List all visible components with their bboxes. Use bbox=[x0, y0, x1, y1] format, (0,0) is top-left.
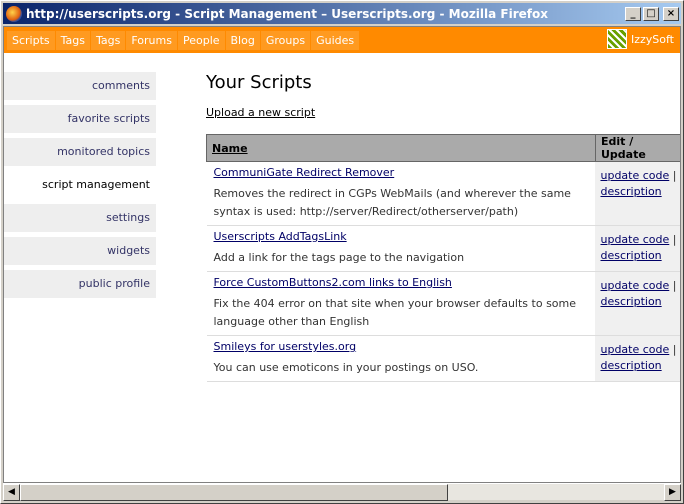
update-code-link[interactable]: update code bbox=[600, 279, 669, 292]
scroll-right-icon[interactable]: ▶ bbox=[664, 484, 681, 501]
nav-item-tags-2[interactable]: Tags bbox=[91, 30, 126, 50]
nav-item-blog[interactable]: Blog bbox=[225, 30, 260, 50]
nav-item-people[interactable]: People bbox=[177, 30, 225, 50]
horizontal-scrollbar[interactable]: ◀ ▶ bbox=[3, 483, 681, 501]
page-title: Your Scripts bbox=[206, 72, 312, 93]
link-separator: | bbox=[672, 233, 677, 246]
izzysoft-logo-icon bbox=[606, 29, 627, 49]
scripts-table: Name Edit / Update CommuniGate Redirect … bbox=[206, 134, 680, 382]
brand-label: IzzySoft bbox=[630, 32, 674, 46]
minimize-button[interactable]: _ bbox=[625, 6, 641, 21]
sidebar-item-public-profile[interactable]: public profile bbox=[4, 270, 156, 298]
close-button[interactable]: × bbox=[663, 6, 679, 21]
sidebar-item-script-management[interactable]: script management bbox=[4, 171, 156, 199]
sidebar-item-monitored-topics[interactable]: monitored topics bbox=[4, 138, 156, 166]
edit-cell: update code | description bbox=[595, 225, 680, 272]
script-cell: Smileys for userstyles.org You can use e… bbox=[206, 335, 596, 382]
script-cell: Force CustomButtons2.com links to Englis… bbox=[206, 271, 596, 336]
nav-item-groups[interactable]: Groups bbox=[260, 30, 311, 50]
edit-cell: update code | description bbox=[595, 271, 680, 336]
sidebar: comments favorite scripts monitored topi… bbox=[4, 72, 156, 303]
firefox-icon bbox=[6, 5, 22, 22]
link-separator: | bbox=[672, 343, 677, 356]
table-row: Userscripts AddTagsLink Add a link for t… bbox=[206, 225, 680, 272]
table-header-row: Name Edit / Update bbox=[206, 134, 680, 162]
update-code-link[interactable]: update code bbox=[600, 343, 669, 356]
sidebar-item-comments[interactable]: comments bbox=[4, 72, 156, 100]
nav-item-scripts[interactable]: Scripts bbox=[7, 30, 55, 50]
table-row: Force CustomButtons2.com links to Englis… bbox=[206, 271, 680, 336]
nav-item-guides[interactable]: Guides bbox=[311, 30, 360, 50]
main-content: Your Scripts Upload a new script Name Ed… bbox=[206, 72, 680, 382]
sidebar-item-favorite-scripts[interactable]: favorite scripts bbox=[4, 105, 156, 133]
link-separator: | bbox=[672, 169, 677, 182]
nav-item-tags[interactable]: Tags bbox=[55, 30, 90, 50]
edit-cell: update code | description bbox=[595, 335, 680, 382]
script-name-link[interactable]: CommuniGate Redirect Remover bbox=[214, 166, 590, 179]
table-row: Smileys for userstyles.org You can use e… bbox=[206, 335, 680, 382]
upload-script-link[interactable]: Upload a new script bbox=[206, 106, 315, 119]
page-viewport: Scripts Tags Tags Forums People Blog Gro… bbox=[3, 26, 681, 483]
update-code-link[interactable]: update code bbox=[600, 233, 669, 246]
table-row: CommuniGate Redirect Remover Removes the… bbox=[206, 161, 680, 226]
link-separator: | bbox=[672, 279, 677, 292]
nav-item-forums[interactable]: Forums bbox=[126, 30, 177, 50]
window-title: http://userscripts.org - Script Manageme… bbox=[26, 6, 548, 21]
description-link[interactable]: description bbox=[600, 185, 661, 198]
description-link[interactable]: description bbox=[600, 249, 661, 262]
column-header-name[interactable]: Name bbox=[206, 134, 596, 162]
script-description: You can use emoticons in your postings o… bbox=[213, 361, 479, 374]
script-cell: Userscripts AddTagsLink Add a link for t… bbox=[206, 225, 596, 272]
sidebar-item-settings[interactable]: settings bbox=[4, 204, 156, 232]
title-bar: http://userscripts.org - Script Manageme… bbox=[3, 3, 681, 24]
top-navigation: Scripts Tags Tags Forums People Blog Gro… bbox=[4, 27, 680, 53]
script-cell: CommuniGate Redirect Remover Removes the… bbox=[206, 161, 596, 226]
maximize-button[interactable]: □ bbox=[643, 6, 659, 21]
description-link[interactable]: description bbox=[600, 295, 661, 308]
update-code-link[interactable]: update code bbox=[600, 169, 669, 182]
script-description: Add a link for the tags page to the navi… bbox=[213, 251, 465, 264]
script-name-link[interactable]: Smileys for userstyles.org bbox=[214, 340, 590, 353]
scroll-left-icon[interactable]: ◀ bbox=[3, 484, 20, 501]
user-brand[interactable]: IzzySoft bbox=[606, 29, 674, 49]
script-description: Fix the 404 error on that site when your… bbox=[213, 297, 577, 328]
description-link[interactable]: description bbox=[600, 359, 661, 372]
scrollbar-thumb[interactable] bbox=[20, 484, 448, 501]
script-name-link[interactable]: Userscripts AddTagsLink bbox=[214, 230, 590, 243]
column-header-edit-update: Edit / Update bbox=[594, 134, 680, 162]
script-description: Removes the redirect in CGPs WebMails (a… bbox=[213, 187, 571, 218]
edit-cell: update code | description bbox=[595, 161, 680, 226]
sidebar-item-widgets[interactable]: widgets bbox=[4, 237, 156, 265]
browser-window: http://userscripts.org - Script Manageme… bbox=[0, 0, 684, 504]
script-name-link[interactable]: Force CustomButtons2.com links to Englis… bbox=[214, 276, 590, 289]
